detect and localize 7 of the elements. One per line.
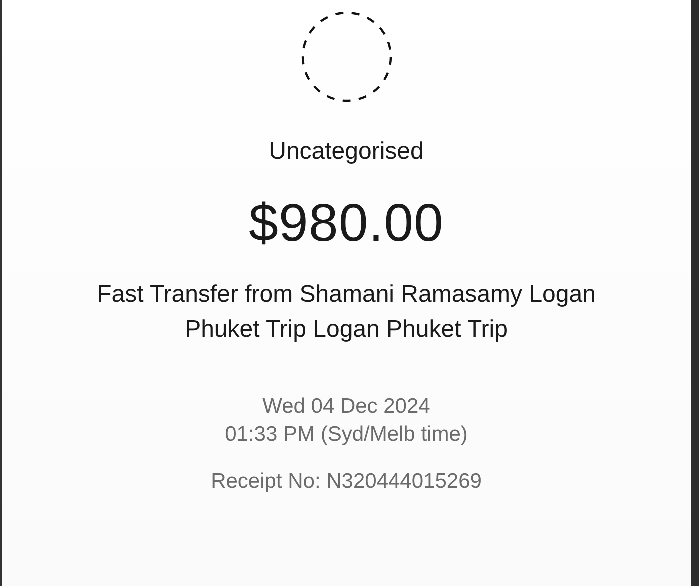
receipt-number: Receipt No: N320444015269 [211,470,482,494]
category-label: Uncategorised [269,138,424,166]
date: Wed 04 Dec 2024 [262,394,432,420]
placeholder-circle-icon [300,11,392,103]
description: Fast Transfer from Shamani Ramasamy Logan Phuket Trip Logan Phuket Trip [96,280,597,345]
time: 01:33 PM (Syd/Melb time) [225,422,468,448]
amount: $980.00 [248,193,444,254]
